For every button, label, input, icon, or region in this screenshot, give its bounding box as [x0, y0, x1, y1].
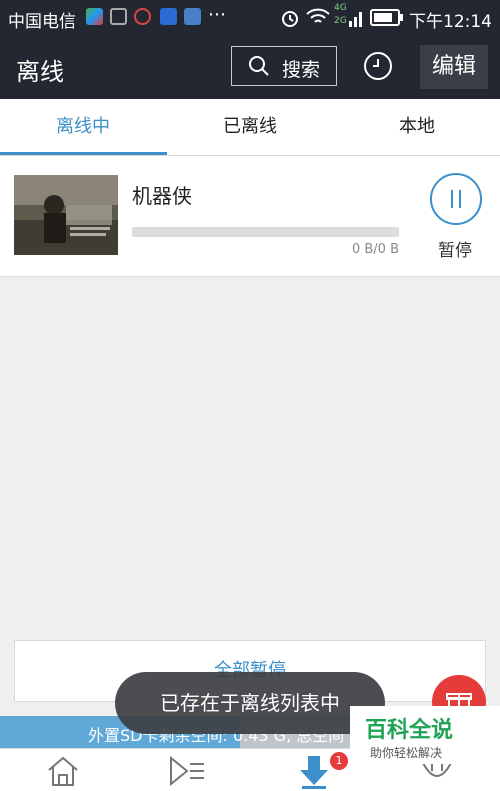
search-button[interactable]: 搜索: [231, 46, 337, 86]
tab-downloaded[interactable]: 已离线: [167, 99, 333, 155]
download-progress-bar: [132, 227, 399, 237]
watermark-title: 百科全说: [365, 718, 454, 743]
app-notification-icon: [110, 8, 127, 25]
tab-downloading[interactable]: 离线中: [0, 99, 166, 155]
status-time: 下午12:14: [409, 12, 492, 32]
watermark-subtitle: 助你轻松解决: [370, 746, 443, 760]
search-label: 搜索: [282, 59, 321, 81]
watermark-logo: 百科全说 助你轻松解决: [350, 706, 500, 764]
edit-button[interactable]: 编辑: [420, 45, 488, 89]
app-notification-icon: [134, 8, 151, 25]
app-notification-icon: [86, 8, 103, 25]
carrier-name: 中国电信: [8, 12, 76, 32]
history-icon[interactable]: [364, 52, 392, 80]
pause-button[interactable]: [430, 173, 482, 225]
active-tab-indicator: [0, 152, 167, 155]
tab-bar: 离线中 已离线 本地: [0, 99, 500, 156]
wifi-icon: [306, 8, 330, 23]
home-icon[interactable]: [46, 755, 80, 787]
toast-message: 已存在于离线列表中: [115, 672, 385, 734]
video-thumbnail: [14, 175, 118, 255]
app-notification-icon: [184, 8, 201, 25]
top-bar: 离线 搜索 编辑: [0, 35, 500, 99]
network-type-2g: 2G: [334, 16, 347, 26]
download-size: 0 B/0 B: [351, 242, 399, 257]
video-list-icon[interactable]: [168, 755, 206, 787]
alarm-icon: [282, 11, 298, 27]
download-list-item[interactable]: 机器侠 0 B/0 B 暂停: [0, 156, 500, 277]
download-count-badge: 1: [330, 752, 348, 770]
battery-icon: [370, 9, 403, 26]
page-title: 离线: [16, 58, 64, 86]
tab-local[interactable]: 本地: [334, 99, 500, 155]
download-icon[interactable]: [298, 755, 330, 789]
signal-icon: [349, 12, 362, 27]
network-type-4g: 4G: [334, 3, 347, 13]
pause-label: 暂停: [438, 241, 472, 261]
pause-icon: [451, 190, 461, 208]
search-icon: [249, 56, 269, 76]
app-notification-icon: [160, 8, 177, 25]
download-title: 机器侠: [132, 184, 192, 208]
more-notifications-icon: ⋯: [208, 4, 226, 25]
status-bar: 中国电信 ⋯ 4G 2G 下午12:14: [0, 0, 500, 35]
